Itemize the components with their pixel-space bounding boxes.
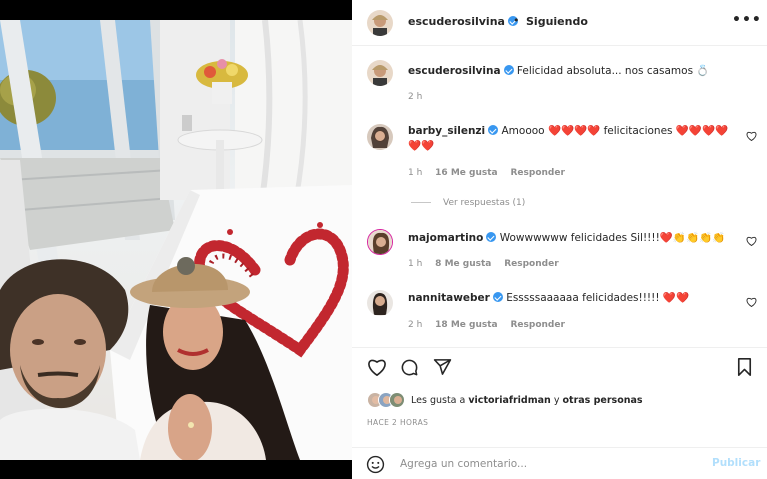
comment-text: majomartino Wowwwwww felicidades Sil!!!!…: [408, 231, 738, 246]
likes-summary[interactable]: Les gusta a victoriafridman y otras pers…: [367, 391, 643, 409]
verified-badge-icon: [486, 232, 497, 242]
liker-username[interactable]: victoriafridman: [468, 395, 550, 406]
post-timestamp[interactable]: HACE 2 HORAS: [367, 418, 428, 427]
comment-body: Wowwwwww felicidades Sil!!!!❤️👏👏👏👏: [499, 232, 726, 244]
caption-text: escuderosilvina Felicidad absoluta... no…: [408, 64, 738, 79]
header-separator: •: [513, 14, 520, 27]
share-send-icon[interactable]: [433, 358, 452, 376]
comment-username[interactable]: barby_silenzi: [408, 125, 485, 137]
comment-meta: 2 h 18 Me gusta Responder: [408, 320, 575, 330]
follow-status-button[interactable]: Siguiendo: [526, 15, 588, 28]
verified-badge-icon: [488, 125, 499, 135]
like-comment-heart-icon[interactable]: [746, 297, 757, 307]
post-photo[interactable]: [0, 20, 352, 460]
like-comment-heart-icon[interactable]: [746, 236, 757, 246]
comment-time[interactable]: 1 h: [408, 168, 422, 178]
author-avatar[interactable]: [367, 10, 393, 36]
caption-time[interactable]: 2 h: [408, 92, 422, 102]
save-bookmark-icon[interactable]: [737, 358, 752, 376]
comment-time[interactable]: 2 h: [408, 320, 422, 330]
liker-avatar: [389, 392, 405, 408]
comment-username[interactable]: majomartino: [408, 232, 483, 244]
likers-avatars: [367, 392, 407, 408]
like-comment-heart-icon[interactable]: [746, 131, 757, 141]
comment-meta: 1 h 8 Me gusta Responder: [408, 259, 569, 269]
caption-avatar[interactable]: [367, 60, 393, 86]
other-likers-link[interactable]: otras personas: [563, 395, 643, 406]
caption-body: Felicidad absoluta... nos casamos 💍: [516, 65, 710, 77]
reply-button[interactable]: Responder: [510, 320, 564, 330]
view-replies-button[interactable]: Ver respuestas (1): [411, 198, 525, 208]
comment-likes[interactable]: 16 Me gusta: [435, 168, 497, 178]
instagram-post-modal: escuderosilvina • Siguiendo ••• escudero…: [0, 0, 767, 479]
comment-input[interactable]: [400, 455, 700, 473]
likes-conjunction: y: [553, 394, 560, 406]
add-comment-bar: Publicar: [352, 447, 767, 479]
replies-divider: [411, 202, 431, 203]
commenter-avatar[interactable]: [367, 290, 393, 316]
post-header: escuderosilvina • Siguiendo •••: [352, 0, 767, 46]
likes-prefix: Les gusta a: [411, 394, 466, 406]
post-details-panel: escuderosilvina • Siguiendo ••• escudero…: [352, 0, 767, 479]
reply-button[interactable]: Responder: [504, 259, 558, 269]
emoji-picker-icon[interactable]: [366, 455, 385, 474]
comment-time[interactable]: 1 h: [408, 259, 422, 269]
publish-button[interactable]: Publicar: [712, 457, 760, 469]
comment-bubble-icon[interactable]: [400, 358, 419, 377]
comment-text: nannitaweber Esssssaaaaaa felicidades!!!…: [408, 291, 738, 306]
comment-meta: 1 h 16 Me gusta Responder: [408, 168, 575, 178]
like-heart-icon[interactable]: [367, 358, 387, 376]
post-actions-bar: [352, 347, 767, 387]
comment-text: barby_silenzi Amoooo ❤️❤️❤️❤️ felicitaci…: [408, 124, 738, 154]
caption-meta: 2 h: [408, 92, 432, 102]
author-username[interactable]: escuderosilvina: [408, 15, 518, 28]
verified-badge-icon: [503, 65, 514, 75]
comment-likes[interactable]: 18 Me gusta: [435, 320, 497, 330]
comment-body: Esssssaaaaaa felicidades!!!!! ❤️❤️: [506, 292, 690, 304]
verified-badge-icon: [492, 292, 503, 302]
caption-username[interactable]: escuderosilvina: [408, 65, 501, 77]
more-options-icon[interactable]: •••: [732, 12, 762, 28]
reply-button[interactable]: Responder: [510, 168, 564, 178]
comment-username[interactable]: nannitaweber: [408, 292, 490, 304]
comment-likes[interactable]: 8 Me gusta: [435, 259, 491, 269]
commenter-avatar[interactable]: [367, 124, 393, 150]
commenter-avatar[interactable]: [367, 229, 393, 255]
